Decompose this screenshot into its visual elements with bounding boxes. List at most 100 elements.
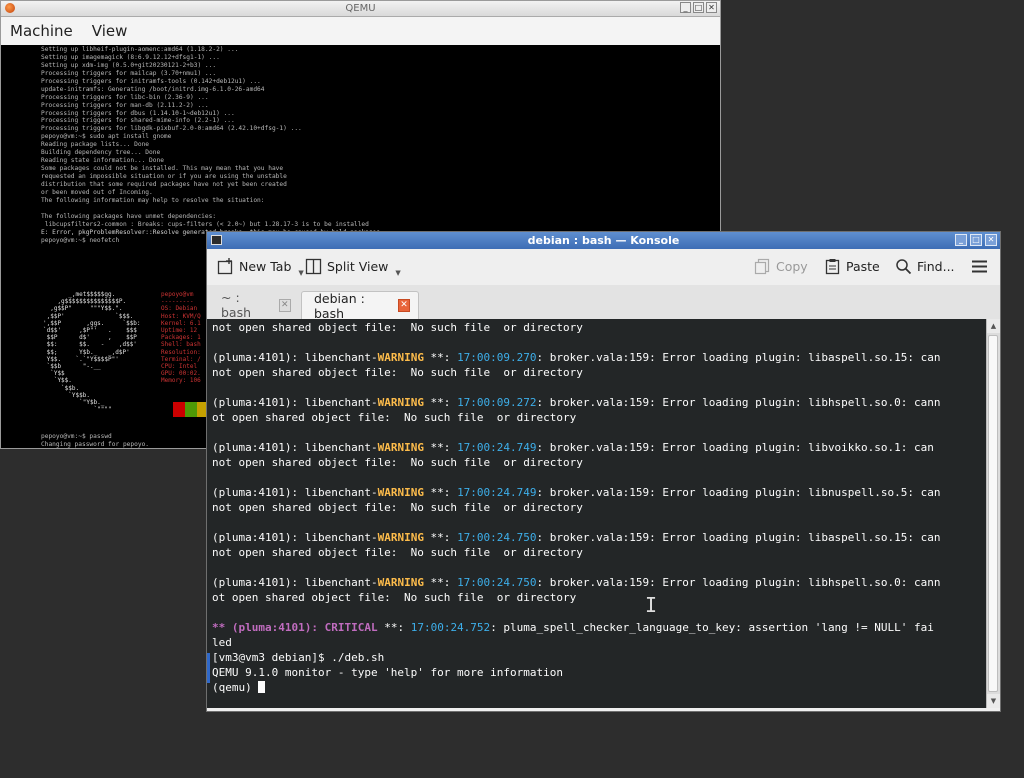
console-line: The following packages have unmet depend… xyxy=(41,212,217,220)
terminal-line: not open shared object file: No such fil… xyxy=(212,321,583,334)
tab-home-bash[interactable]: ~ : bash ✕ xyxy=(209,290,299,320)
ascii-art-line: `$$b. xyxy=(43,384,80,392)
scrollbar-thumb[interactable] xyxy=(988,335,998,692)
maximize-icon[interactable]: □ xyxy=(693,2,704,13)
tab-label: debian : bash xyxy=(314,290,365,321)
console-line: Processing triggers for initramfs-tools … xyxy=(41,77,261,85)
terminal-line: (pluma:4101): libenchant-WARNING **: 17:… xyxy=(212,440,941,455)
info-line: OS: Debian xyxy=(161,305,198,313)
ascii-art-line: `Y$$b. xyxy=(43,391,90,399)
log-time: 17:00:24.749 xyxy=(457,486,537,499)
info-line: GPU: 00:02. xyxy=(161,370,201,378)
vm-console-output: Setting up libheif-plugin-aomenc:amd64 (… xyxy=(41,46,384,244)
terminal-cursor xyxy=(258,681,266,693)
hamburger-menu-button[interactable] xyxy=(971,258,988,275)
terminal-line: (pluma:4101): libenchant-WARNING **: 17:… xyxy=(212,350,941,365)
qemu-menubar: Machine View xyxy=(1,17,720,46)
log-time: 17:00:09.272 xyxy=(457,396,537,409)
split-view-button[interactable]: Split View ▼ xyxy=(305,258,401,277)
split-view-icon xyxy=(305,258,322,275)
menu-view[interactable]: View xyxy=(92,22,128,40)
console-line: update-initramfs: Generating /boot/initr… xyxy=(41,85,265,93)
ascii-art-line: $$P d$' , $$P xyxy=(43,334,137,342)
log-post: : broker.vala:159: Error loading plugin:… xyxy=(536,576,941,589)
terminal-output[interactable]: not open shared object file: No such fil… xyxy=(207,319,986,708)
find-button[interactable]: Find... xyxy=(895,258,955,275)
console-line: requested an impossible situation or if … xyxy=(41,173,287,180)
konsole-toolbar: New Tab ▼ Split View ▼ Copy Paste Find..… xyxy=(207,249,1000,285)
log-mid: **: xyxy=(423,396,458,409)
scroll-up-icon[interactable]: ▲ xyxy=(987,319,1000,333)
console-line: Processing triggers for man-db (2.11.2-2… xyxy=(41,101,209,109)
terminal-line: not open shared object file: No such fil… xyxy=(212,456,583,469)
search-icon xyxy=(895,258,912,275)
qemu-titlebar[interactable]: QEMU _ □ ✕ xyxy=(1,1,720,17)
copy-label: Copy xyxy=(776,259,808,274)
ascii-art-line: `d$$' ,$P"' . $$$ xyxy=(43,327,137,335)
hamburger-menu-icon xyxy=(971,258,988,275)
log-pre: (pluma:4101): libenchant- xyxy=(212,441,378,454)
close-icon[interactable]: ✕ xyxy=(398,299,410,312)
log-tag: WARNING xyxy=(377,441,424,454)
close-icon[interactable]: ✕ xyxy=(278,298,291,312)
tab-label: ~ : bash xyxy=(221,290,252,320)
vm-console-passwd-output: pepoyo@vm:~$ passwd Changing password for… xyxy=(41,433,168,448)
console-line: Processing triggers for libgdk-pixbuf-2.… xyxy=(41,125,302,133)
close-icon[interactable]: ✕ xyxy=(985,234,997,246)
terminal-line: ** (pluma:4101): CRITICAL **: 17:00:24.7… xyxy=(212,620,941,635)
ascii-art-line: `Y$$ xyxy=(43,370,65,378)
minimize-icon[interactable]: _ xyxy=(680,2,691,13)
console-line: Reading package lists... Done xyxy=(41,141,150,149)
konsole-window-buttons: _ □ ✕ xyxy=(955,234,997,246)
new-tab-icon xyxy=(217,258,234,275)
tab-debian-bash[interactable]: debian : bash ✕ xyxy=(301,290,419,321)
terminal-line: (pluma:4101): libenchant-WARNING **: 17:… xyxy=(212,485,941,500)
log-tag: WARNING xyxy=(377,396,424,409)
konsole-tab-bar: ~ : bash ✕ debian : bash ✕ xyxy=(207,285,1000,321)
log-time: 17:00:24.750 xyxy=(457,531,537,544)
log-pre: (pluma:4101): libenchant- xyxy=(212,486,378,499)
ascii-art-line: _,met$$$$$gg. xyxy=(43,291,116,298)
copy-button[interactable]: Copy xyxy=(754,258,808,275)
close-icon[interactable]: ✕ xyxy=(706,2,717,13)
terminal-line: not open shared object file: No such fil… xyxy=(212,546,583,559)
minimize-icon[interactable]: _ xyxy=(955,234,967,246)
ascii-art-line: $$: $$. - ,d$$' xyxy=(43,341,137,349)
menu-machine[interactable]: Machine xyxy=(10,22,73,40)
info-line: CPU: Intel xyxy=(161,363,198,371)
console-line: Setting up xdm-img (0.5.0+git20230121-2+… xyxy=(41,61,217,69)
log-tag: WARNING xyxy=(377,531,424,544)
color-block xyxy=(173,402,185,417)
console-line: pepoyo@vm:~$ passwd xyxy=(41,433,112,440)
log-text: (qemu) xyxy=(212,681,259,694)
console-line: distribution that some required packages… xyxy=(41,180,287,188)
console-line: Changing password for pepoyo. xyxy=(41,440,150,448)
new-tab-button[interactable]: New Tab ▼ xyxy=(217,258,304,277)
ascii-art-line: $$; Y$b._ _,d$P' xyxy=(43,348,130,356)
terminal-line: not open shared object file: No such fil… xyxy=(212,366,583,379)
terminal-scrollbar[interactable]: ▲ ▼ xyxy=(986,319,1000,708)
log-pre: (pluma:4101): libenchant- xyxy=(212,351,378,364)
chevron-down-icon[interactable]: ▼ xyxy=(395,269,400,277)
log-mid: **: xyxy=(423,441,458,454)
konsole-titlebar[interactable]: debian : bash — Konsole _ □ ✕ xyxy=(207,232,1000,249)
chevron-down-icon[interactable]: ▼ xyxy=(298,269,303,277)
terminal-app-icon xyxy=(211,235,222,245)
scroll-down-icon[interactable]: ▼ xyxy=(987,694,1000,708)
terminal-line: not open shared object file: No such fil… xyxy=(212,501,583,514)
terminal-line: led xyxy=(212,636,232,649)
info-line: Packages: 1 xyxy=(161,334,201,342)
konsole-window-title: debian : bash — Konsole xyxy=(527,234,680,247)
log-time: 17:00:24.752 xyxy=(410,621,491,634)
terminal-lines: not open shared object file: No such fil… xyxy=(212,320,941,695)
log-pre: (pluma:4101): libenchant- xyxy=(212,576,378,589)
ascii-art-line: ',$$P ,ggs. `$$b: xyxy=(43,319,141,327)
info-line: Host: KVM/Q xyxy=(161,312,201,320)
paste-button[interactable]: Paste xyxy=(824,258,880,275)
maximize-icon[interactable]: □ xyxy=(970,234,982,246)
info-line: Shell: bash xyxy=(161,341,201,349)
log-post: : broker.vala:159: Error loading plugin:… xyxy=(536,531,941,544)
